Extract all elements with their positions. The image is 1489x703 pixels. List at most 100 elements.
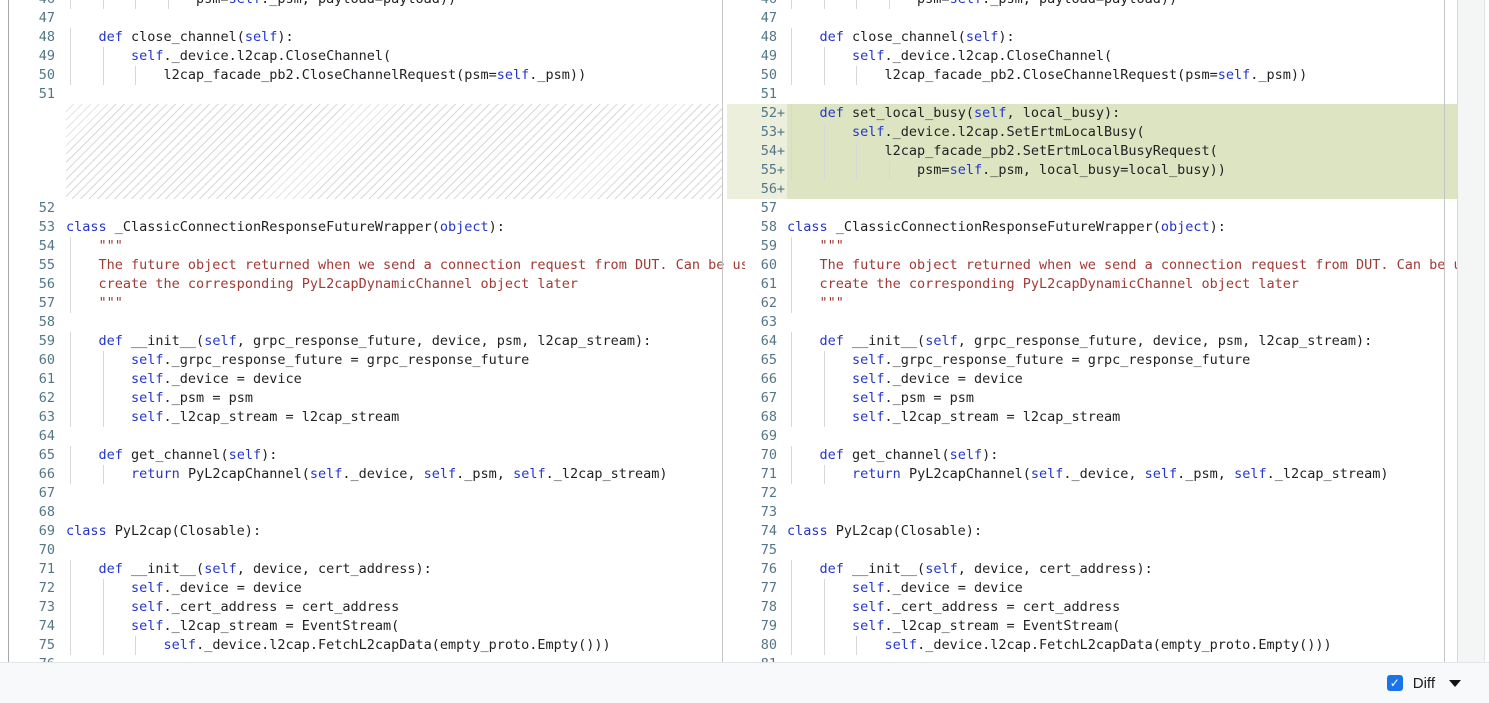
line-number[interactable]: 46 [727,0,787,9]
line-number[interactable]: 70 [727,446,787,465]
line-number[interactable]: 50 [727,66,787,85]
line-number[interactable]: 58 [8,313,66,332]
line-number[interactable]: 79 [727,617,787,636]
line-number[interactable]: 80 [727,636,787,655]
line-number[interactable]: 55 [8,256,66,275]
line-number[interactable]: 59 [8,332,66,351]
indent-guide [791,617,792,636]
code-text: self._device = device [787,370,1457,389]
indent-guide [791,370,792,389]
line-number[interactable]: 47 [727,9,787,28]
line-number[interactable]: 53 [8,218,66,237]
line-number[interactable]: 62 [727,294,787,313]
line-number[interactable]: 57 [727,199,787,218]
line-number[interactable]: 68 [727,408,787,427]
code-line: 69class PyL2cap(Closable): [8,522,745,541]
line-number[interactable]: 73 [8,598,66,617]
line-number[interactable]: 47 [8,9,66,28]
line-number[interactable]: 58 [727,218,787,237]
line-number[interactable]: 70 [8,541,66,560]
indent-guide [791,560,792,579]
vertical-scrollbar[interactable] [1457,0,1485,662]
dropdown-caret-icon[interactable] [1449,680,1461,687]
line-number[interactable]: 71 [727,465,787,484]
code-text: The future object returned when we send … [787,256,1457,275]
line-number[interactable]: 48 [727,28,787,47]
indent-guide [824,161,825,180]
line-number[interactable]: 56+ [727,180,787,199]
line-number[interactable]: 50 [8,66,66,85]
diff-pane-base: 46 psm=self._psm, payload=payload))4748 … [8,0,745,674]
line-number[interactable]: 76 [727,560,787,579]
line-number[interactable]: 73 [727,503,787,522]
code-line: 53class _ClassicConnectionResponseFuture… [8,218,745,237]
line-number[interactable]: 67 [727,389,787,408]
indent-guide [791,123,792,142]
line-number[interactable]: 78 [727,598,787,617]
line-number[interactable]: 61 [727,275,787,294]
code-text: psm=self._psm, payload=payload)) [66,0,745,9]
indent-guide [70,237,71,256]
indent-guide [103,351,104,370]
code-line: 59 """ [727,237,1457,256]
line-number[interactable]: 65 [727,351,787,370]
line-number[interactable]: 74 [727,522,787,541]
line-number[interactable]: 64 [8,427,66,446]
line-number[interactable]: 60 [727,256,787,275]
diff-checkbox[interactable]: ✓ [1387,675,1403,691]
line-number[interactable]: 46 [8,0,66,9]
line-number[interactable]: 64 [727,332,787,351]
line-number[interactable]: 74 [8,617,66,636]
line-number[interactable]: 51 [727,85,787,104]
line-number[interactable]: 48 [8,28,66,47]
code-line: 56 create the corresponding PyL2capDynam… [8,275,745,294]
line-number[interactable]: 63 [727,313,787,332]
line-number[interactable]: 53+ [727,123,787,142]
line-number[interactable]: 69 [8,522,66,541]
code-line: 74 self._l2cap_stream = EventStream( [8,617,745,636]
code-line: 62 """ [727,294,1457,313]
indent-guide [70,446,71,465]
code-text [66,199,745,218]
line-number[interactable]: 54 [8,237,66,256]
line-number[interactable]: 62 [8,389,66,408]
code-line-added: 52+ def set_local_busy(self, local_busy)… [727,104,1457,123]
line-number[interactable]: 60 [8,351,66,370]
line-number[interactable]: 51 [8,85,66,104]
line-number[interactable]: 54+ [727,142,787,161]
line-number[interactable]: 49 [727,47,787,66]
code-line: 73 self._cert_address = cert_address [8,598,745,617]
code-text: self._l2cap_stream = EventStream( [66,617,745,636]
line-number[interactable]: 55+ [727,161,787,180]
indent-guide [70,351,71,370]
line-number[interactable]: 57 [8,294,66,313]
indent-guide [791,408,792,427]
line-number[interactable]: 77 [727,579,787,598]
code-line: 64 [8,427,745,446]
indent-guide [824,66,825,85]
indent-guide [856,636,857,655]
code-text: """ [66,237,745,256]
code-line: 63 self._l2cap_stream = l2cap_stream [8,408,745,427]
line-number[interactable]: 52 [8,199,66,218]
indent-guide [791,465,792,484]
line-number[interactable]: 68 [8,503,66,522]
line-number[interactable]: 75 [8,636,66,655]
line-number[interactable]: 52+ [727,104,787,123]
line-number[interactable]: 66 [727,370,787,389]
line-number[interactable]: 59 [727,237,787,256]
line-number[interactable]: 72 [727,484,787,503]
line-number[interactable]: 71 [8,560,66,579]
code-text [787,199,1457,218]
line-number[interactable]: 67 [8,484,66,503]
line-number[interactable]: 61 [8,370,66,389]
code-text: self._l2cap_stream = EventStream( [787,617,1457,636]
line-number[interactable]: 56 [8,275,66,294]
line-number[interactable]: 65 [8,446,66,465]
line-number[interactable]: 66 [8,465,66,484]
line-number[interactable]: 49 [8,47,66,66]
line-number[interactable]: 69 [727,427,787,446]
line-number[interactable]: 75 [727,541,787,560]
line-number[interactable]: 72 [8,579,66,598]
line-number[interactable]: 63 [8,408,66,427]
